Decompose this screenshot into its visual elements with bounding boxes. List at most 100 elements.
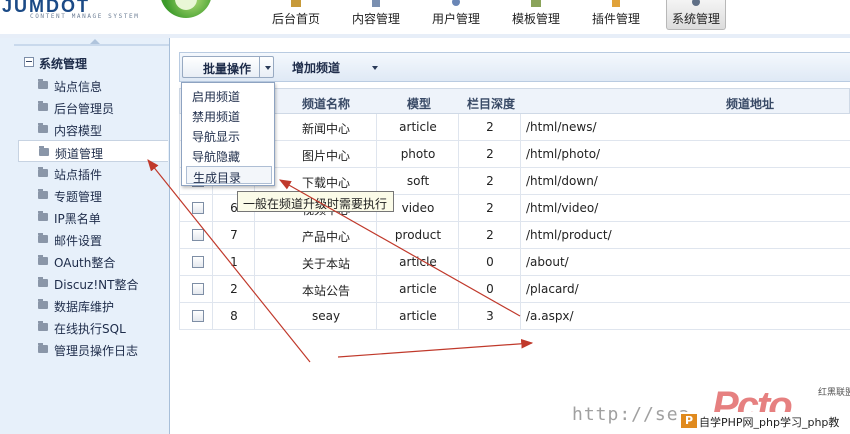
sidebar-top-border — [14, 44, 169, 46]
row-id: 1 — [230, 255, 238, 269]
sidebar-item-content-model[interactable]: 内容模型 — [18, 118, 168, 140]
users-icon — [449, 0, 463, 6]
menu-item-disable[interactable]: 禁用频道 — [186, 106, 272, 124]
row-name: 下载中心 — [301, 176, 350, 190]
table-row[interactable]: 8 seay article 3/a.aspx/ — [179, 303, 850, 330]
row-url: /placard/ — [526, 282, 579, 296]
plugin-icon — [609, 0, 623, 7]
table-row[interactable]: 7 产品中心 product 2/html/product/ — [179, 222, 850, 249]
table-row[interactable]: 1 关于本站 article 0/about/ — [179, 249, 850, 276]
menu-item-label: 导航显示 — [192, 130, 241, 144]
row-checkbox[interactable] — [192, 202, 204, 214]
sidebar-item-site-plugins[interactable]: 站点插件 — [18, 162, 168, 184]
column-divider — [458, 222, 459, 249]
row-model: article — [399, 120, 437, 134]
menu-item-label: 禁用频道 — [192, 110, 241, 124]
table-row[interactable]: 图片中心 photo 2/html/photo/ — [179, 141, 850, 168]
row-depth: 0 — [486, 255, 494, 269]
split-divider — [259, 57, 260, 77]
column-divider — [376, 303, 377, 330]
nav-content[interactable]: 内容管理 — [344, 0, 408, 30]
row-checkbox[interactable] — [192, 256, 204, 268]
sidebar-group-label: 系统管理 — [39, 57, 88, 71]
folder-icon — [38, 189, 48, 199]
row-model: soft — [406, 174, 430, 188]
watermark-bar: P 自学PHP网_php学习_php教 — [679, 412, 850, 430]
sidebar-item-site-info[interactable]: 站点信息 — [18, 74, 168, 96]
php-logo-icon: P — [681, 414, 697, 428]
row-url: /html/product/ — [526, 228, 612, 242]
sidebar-item-discuz[interactable]: Discuz!NT整合 — [18, 272, 168, 294]
watermark-bar-text: 自学PHP网_php学习_php教 — [699, 416, 840, 429]
sidebar-item-label: 站点信息 — [54, 80, 103, 94]
column-divider — [458, 276, 459, 303]
column-divider — [458, 141, 459, 168]
row-url: /about/ — [526, 255, 569, 269]
column-divider — [254, 303, 255, 330]
row-checkbox[interactable] — [192, 283, 204, 295]
column-divider — [376, 276, 377, 303]
row-url: /html/video/ — [526, 201, 599, 215]
menu-item-nav-show[interactable]: 导航显示 — [186, 126, 272, 144]
column-divider — [212, 249, 213, 276]
batch-actions-menu: 启用频道 禁用频道 导航显示 导航隐藏 生成目录 — [181, 82, 275, 186]
row-url: /html/down/ — [526, 174, 598, 188]
folder-icon — [38, 79, 48, 89]
sidebar-item-admin-log[interactable]: 管理员操作日志 — [18, 338, 168, 360]
sidebar-item-label: 管理员操作日志 — [54, 344, 139, 358]
table-row[interactable]: 新闻中心 article 2/html/news/ — [179, 114, 850, 141]
row-checkbox[interactable] — [192, 229, 204, 241]
column-divider — [254, 222, 255, 249]
sidebar-item-run-sql[interactable]: 在线执行SQL — [18, 316, 168, 338]
row-model: article — [399, 282, 437, 296]
batch-actions-button[interactable]: 批量操作 — [182, 56, 274, 78]
sidebar-item-label: 频道管理 — [55, 147, 104, 161]
nav-plugins-label: 插件管理 — [591, 12, 640, 26]
chevron-down-icon[interactable] — [265, 66, 271, 70]
sidebar-item-channels[interactable]: 频道管理 — [18, 140, 168, 162]
column-divider — [254, 249, 255, 276]
sidebar-item-label: 内容模型 — [54, 124, 103, 138]
template-icon — [529, 0, 543, 7]
nav-templates[interactable]: 模板管理 — [504, 0, 568, 30]
sidebar-item-topics[interactable]: 专题管理 — [18, 184, 168, 206]
sidebar-item-oauth[interactable]: OAuth整合 — [18, 250, 168, 272]
folder-icon — [38, 343, 48, 353]
menu-item-label: 导航隐藏 — [192, 150, 241, 164]
sidebar-item-label: 后台管理员 — [54, 102, 115, 116]
add-channel-button[interactable]: 增加频道 — [292, 59, 378, 76]
watermark-brand: 红黑联盟 — [818, 388, 850, 398]
sidebar-item-mail-settings[interactable]: 邮件设置 — [18, 228, 168, 250]
row-checkbox[interactable] — [192, 310, 204, 322]
column-divider — [458, 303, 459, 330]
collapse-minus-icon[interactable] — [24, 57, 34, 67]
sidebar-item-label: OAuth整合 — [54, 256, 116, 270]
table-row[interactable]: 2 本站公告 article 0/placard/ — [179, 276, 850, 303]
row-name: 新闻中心 — [301, 122, 350, 136]
row-model: photo — [400, 147, 436, 161]
col-url-header: 频道地址 — [725, 97, 774, 111]
menu-item-enable[interactable]: 启用频道 — [186, 86, 272, 104]
sidebar-item-label: 数据库维护 — [54, 300, 115, 314]
menu-item-generate-dir[interactable]: 生成目录 — [186, 166, 272, 185]
row-model: product — [394, 228, 442, 242]
sidebar-collapse-up-icon[interactable] — [90, 39, 100, 44]
chevron-down-icon — [372, 66, 378, 70]
menu-item-nav-hide[interactable]: 导航隐藏 — [186, 146, 272, 164]
folder-icon — [38, 277, 48, 287]
column-divider — [520, 168, 521, 195]
row-name: 产品中心 — [301, 230, 350, 244]
nav-home[interactable]: 后台首页 — [264, 0, 328, 30]
sidebar-item-ip-blacklist[interactable]: IP黑名单 — [18, 206, 168, 228]
nav-system[interactable]: 系统管理 — [666, 0, 726, 30]
nav-plugins[interactable]: 插件管理 — [584, 0, 648, 30]
column-divider — [254, 276, 255, 303]
menu-item-label: 启用频道 — [192, 90, 241, 104]
nav-users[interactable]: 用户管理 — [424, 0, 488, 30]
column-divider — [458, 114, 459, 141]
column-divider — [520, 303, 521, 330]
sidebar-item-label: 站点插件 — [54, 168, 103, 182]
sidebar-item-admins[interactable]: 后台管理员 — [18, 96, 168, 118]
sidebar-item-database[interactable]: 数据库维护 — [18, 294, 168, 316]
nav-system-label: 系统管理 — [671, 12, 720, 26]
